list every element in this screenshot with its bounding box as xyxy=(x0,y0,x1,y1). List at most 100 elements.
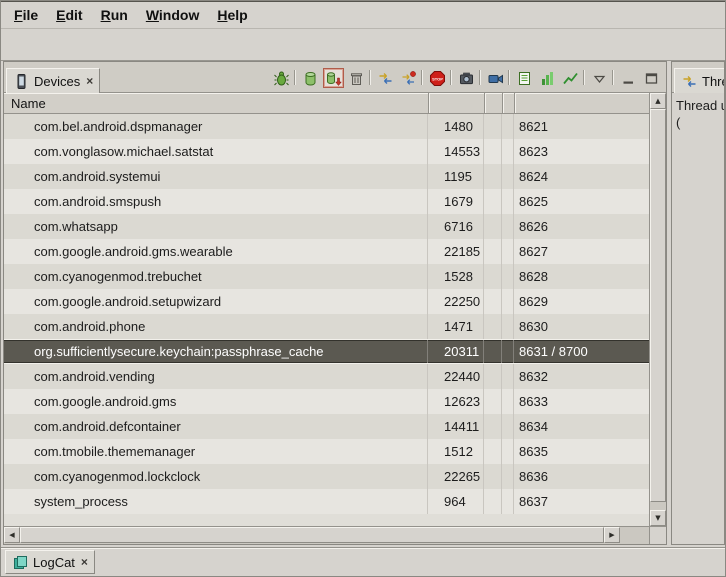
scroll-up-button[interactable]: ▲ xyxy=(650,93,666,109)
toolbar-separator xyxy=(369,70,370,85)
scroll-down-button[interactable]: ▼ xyxy=(650,510,666,526)
table-row[interactable]: com.android.phone14718630 xyxy=(4,314,649,339)
table-row[interactable]: com.android.systemui11958624 xyxy=(4,164,649,189)
hierarchy-view-icon[interactable] xyxy=(537,68,558,88)
process-port: 8626 xyxy=(514,214,649,239)
process-port: 8621 xyxy=(514,114,649,139)
systrace-icon[interactable] xyxy=(560,68,581,88)
process-port: 8637 xyxy=(514,489,649,514)
toolbar-separator xyxy=(479,70,480,85)
process-name: com.cyanogenmod.lockclock xyxy=(4,464,428,489)
table-row[interactable]: org.sufficientlysecure.keychain:passphra… xyxy=(4,339,649,364)
tab-devices[interactable]: Devices × xyxy=(6,68,100,93)
scroll-left-button[interactable]: ◀ xyxy=(4,527,20,543)
column-header-name[interactable]: Name xyxy=(4,93,428,113)
process-name: com.android.phone xyxy=(4,314,428,339)
process-name: com.android.defcontainer xyxy=(4,414,428,439)
column-spacer xyxy=(502,414,514,439)
close-icon[interactable]: × xyxy=(86,74,93,88)
column-spacer xyxy=(502,264,514,289)
toolbar-separator xyxy=(450,70,451,85)
process-port: 8634 xyxy=(514,414,649,439)
column-spacer xyxy=(502,239,514,264)
column-spacer xyxy=(502,139,514,164)
table-row[interactable]: com.google.android.gms.wearable221858627 xyxy=(4,239,649,264)
scroll-track[interactable] xyxy=(620,527,649,544)
process-name: org.sufficientlysecure.keychain:passphra… xyxy=(4,340,428,363)
capture-system-info-icon[interactable] xyxy=(514,68,535,88)
table-row[interactable]: system_process9648637 xyxy=(4,489,649,514)
view-menu-icon[interactable] xyxy=(589,68,610,88)
column-header-spacer[interactable] xyxy=(484,93,502,113)
table-row[interactable]: com.google.android.setupwizard222508629 xyxy=(4,289,649,314)
process-pid: 14553 xyxy=(428,139,484,164)
cause-gc-icon[interactable] xyxy=(346,68,367,88)
table-rows: com.bel.android.dspmanager14808621com.vo… xyxy=(4,114,649,526)
table-row[interactable]: com.tmobile.thememanager15128635 xyxy=(4,439,649,464)
process-pid: 14411 xyxy=(428,414,484,439)
stop-process-icon[interactable]: STOP xyxy=(427,68,448,88)
table-row[interactable]: com.cyanogenmod.lockclock22265 8636 xyxy=(4,464,649,489)
close-icon[interactable]: × xyxy=(81,555,88,569)
column-header-port[interactable] xyxy=(514,93,649,113)
update-heap-icon[interactable] xyxy=(300,68,321,88)
start-method-profiling-icon[interactable] xyxy=(398,68,419,88)
column-spacer xyxy=(484,239,502,264)
table-row[interactable]: com.android.defcontainer14411 8634 xyxy=(4,414,649,439)
process-name: com.tmobile.thememanager xyxy=(4,439,428,464)
vertical-scrollbar[interactable]: ▲ ▼ xyxy=(649,93,666,526)
table-row[interactable]: com.whatsapp67168626 xyxy=(4,214,649,239)
main-area: Devices × STOP Name com.bel.android.dspm… xyxy=(1,61,725,545)
toolbar-separator xyxy=(421,70,422,85)
process-pid: 22265 xyxy=(428,464,484,489)
logcat-bar: LogCat × xyxy=(1,547,725,576)
process-pid: 22185 xyxy=(428,239,484,264)
scroll-right-button[interactable]: ▶ xyxy=(604,527,620,543)
menu-file[interactable]: File xyxy=(5,4,47,26)
process-port: 8629 xyxy=(514,289,649,314)
column-header-spacer[interactable] xyxy=(502,93,514,113)
menu-run[interactable]: Run xyxy=(92,4,137,26)
screen-capture-icon[interactable] xyxy=(456,68,477,88)
menu-help[interactable]: Help xyxy=(208,4,256,26)
vertical-scroll-thumb[interactable] xyxy=(650,109,666,502)
column-spacer xyxy=(502,340,514,363)
toolbar-separator xyxy=(583,70,584,85)
process-port: 8625 xyxy=(514,189,649,214)
process-name: com.bel.android.dspmanager xyxy=(4,114,428,139)
process-port: 8635 xyxy=(514,439,649,464)
table-row[interactable]: com.android.smspush16798625 xyxy=(4,189,649,214)
table-row[interactable]: com.bel.android.dspmanager14808621 xyxy=(4,114,649,139)
debug-process-icon[interactable] xyxy=(271,68,292,88)
table-row[interactable]: com.google.android.gms126238633 xyxy=(4,389,649,414)
column-header-pid[interactable] xyxy=(428,93,484,113)
table-row[interactable]: com.vonglasow.michael.satstat145538623 xyxy=(4,139,649,164)
horizontal-scroll-thumb[interactable] xyxy=(20,527,604,543)
minimize-icon[interactable] xyxy=(618,68,639,88)
tab-devices-label: Devices xyxy=(34,74,80,89)
update-threads-icon[interactable] xyxy=(375,68,396,88)
screen-record-icon[interactable] xyxy=(485,68,506,88)
menu-window[interactable]: Window xyxy=(137,4,209,26)
table-row[interactable]: com.cyanogenmod.trebuchet15288628 xyxy=(4,264,649,289)
devices-toolbar: STOP xyxy=(271,68,666,92)
process-name: com.vonglasow.michael.satstat xyxy=(4,139,428,164)
horizontal-scrollbar[interactable]: ◀ ▶ xyxy=(4,527,649,544)
process-port: 8636 xyxy=(514,464,649,489)
column-spacer xyxy=(502,164,514,189)
devices-panel: Devices × STOP Name com.bel.android.dspm… xyxy=(3,61,667,545)
table-row[interactable]: com.android.vending224408632 xyxy=(4,364,649,389)
process-port: 8627 xyxy=(514,239,649,264)
dump-hprof-icon[interactable] xyxy=(323,68,344,88)
column-spacer xyxy=(484,364,502,389)
menu-edit[interactable]: Edit xyxy=(47,4,91,26)
column-spacer xyxy=(484,139,502,164)
scrollbar-corner xyxy=(649,527,666,544)
process-port: 8628 xyxy=(514,264,649,289)
maximize-icon[interactable] xyxy=(641,68,662,88)
column-spacer xyxy=(502,364,514,389)
devices-panel-header: Devices × STOP xyxy=(4,62,666,93)
tab-threads[interactable]: Threads × xyxy=(674,68,725,93)
tab-logcat[interactable]: LogCat × xyxy=(5,550,95,574)
column-spacer xyxy=(484,489,502,514)
